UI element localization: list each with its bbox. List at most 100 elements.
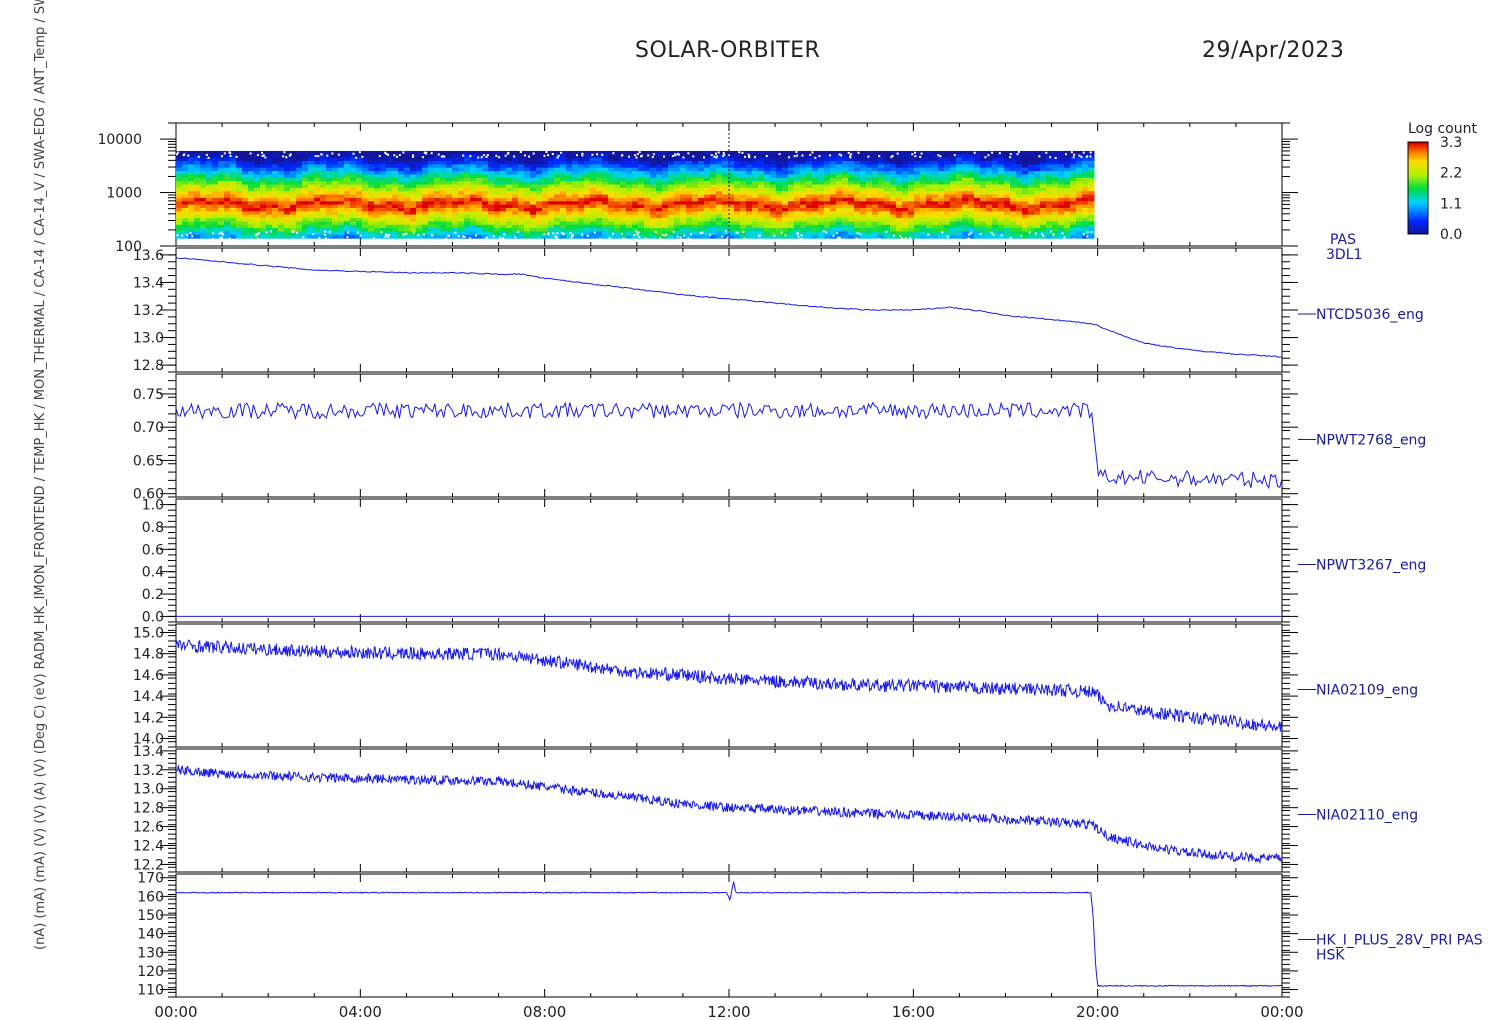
spectrogram-cell (590, 174, 597, 179)
spectrogram-cell (950, 157, 957, 162)
spectrogram-cell (404, 157, 411, 162)
spectrogram-cell (980, 181, 987, 186)
spectrogram-cell (1070, 224, 1077, 229)
spectrogram-cell (1064, 228, 1071, 232)
spectrogram-cell (248, 234, 255, 239)
spectrogram-speckle (676, 235, 679, 238)
spectrogram-cell (422, 161, 429, 165)
spectrogram-cell (302, 197, 309, 202)
spectrogram-cell (902, 171, 909, 175)
spectrogram-cell (554, 161, 561, 165)
spectrogram-cell (884, 191, 891, 196)
spectrogram-cell (626, 197, 633, 202)
spectrogram-cell (272, 201, 279, 206)
spectrogram-cell (248, 231, 255, 236)
spectrogram-cell (314, 221, 321, 226)
spectrogram-cell (512, 164, 519, 169)
spectrogram-cell (1082, 224, 1089, 229)
spectrogram-cell (1028, 211, 1035, 216)
spectrogram-cell (764, 184, 771, 189)
spectrogram-cell (1028, 157, 1035, 162)
spectrogram-cell (206, 191, 213, 196)
spectrogram-cell (638, 161, 645, 165)
spectrogram-cell (884, 157, 891, 162)
spectrogram-cell (356, 221, 363, 226)
spectrogram-cell (944, 197, 951, 202)
spectrogram-cell (926, 197, 933, 202)
spectrogram-cell (818, 177, 825, 182)
spectrogram-cell (638, 211, 645, 216)
spectrogram-cell (1058, 228, 1065, 232)
spectrogram-cell (176, 167, 183, 172)
spectrogram-cell (644, 224, 651, 229)
spectrogram-cell (956, 194, 963, 199)
spectrogram-cell (920, 204, 927, 209)
spectrogram-cell (242, 154, 249, 159)
spectrogram-cell (764, 234, 771, 239)
spectrogram-cell (506, 234, 513, 239)
spectrogram-cell (848, 184, 855, 189)
spectrogram-cell (440, 181, 447, 186)
spectrogram-cell (428, 184, 435, 189)
spectrogram-cell (530, 187, 537, 192)
spectrogram-cell (338, 197, 345, 202)
spectrogram-cell (356, 184, 363, 189)
spectrogram-cell (1046, 221, 1053, 226)
spectrogram-cell (710, 207, 717, 212)
spectrogram-cell (860, 161, 867, 165)
spectrogram-cell (566, 187, 573, 192)
y-tick-label: 14.2 (133, 710, 164, 726)
spectrogram-cell (446, 191, 453, 196)
spectrogram-speckle (1082, 233, 1085, 236)
spectrogram-cell (668, 224, 675, 229)
spectrogram-cell (458, 218, 465, 222)
spectrogram-cell (218, 218, 225, 222)
spectrogram-cell (440, 221, 447, 226)
spectrogram-cell (980, 150, 987, 155)
spectrogram-cell (968, 197, 975, 202)
spectrogram-cell (956, 181, 963, 186)
spectrogram-cell (302, 154, 309, 159)
spectrogram-speckle (229, 154, 232, 157)
spectrogram-cell (224, 221, 231, 226)
spectrogram-cell (1064, 218, 1071, 222)
spectrogram-cell (962, 234, 969, 239)
spectrogram-cell (572, 181, 579, 186)
spectrogram-cell (860, 157, 867, 162)
spectrogram-speckle (612, 232, 615, 235)
spectrogram-cell (626, 228, 633, 232)
spectrogram-cell (770, 221, 777, 226)
spectrogram-cell (956, 228, 963, 232)
spectrogram-cell (308, 161, 315, 165)
spectrogram-cell (650, 174, 657, 179)
spectrogram-cell (416, 171, 423, 175)
spectrogram-cell (356, 161, 363, 165)
spectrogram-cell (560, 184, 567, 189)
spectrogram-cell (1034, 228, 1041, 232)
spectrogram-cell (824, 234, 831, 239)
spectrogram-speckle (689, 233, 692, 236)
spectrogram-cell (374, 164, 381, 169)
spectrogram-cell (206, 177, 213, 182)
spectrogram-cell (890, 204, 897, 209)
spectrogram-cell (734, 157, 741, 162)
spectrogram-cell (722, 164, 729, 169)
spectrogram-cell (866, 214, 873, 219)
spectrogram-cell (506, 154, 513, 159)
spectrogram-cell (860, 234, 867, 239)
spectrogram-cell (254, 224, 261, 229)
spectrogram-cell (938, 174, 945, 179)
spectrogram-cell (284, 167, 291, 172)
spectrogram-cell (302, 191, 309, 196)
spectrogram-speckle (421, 156, 424, 159)
spectrogram-cell (566, 204, 573, 209)
spectrogram-cell (542, 234, 549, 239)
spectrogram-cell (722, 194, 729, 199)
spectrogram-cell (986, 177, 993, 182)
spectrogram-cell (962, 181, 969, 186)
spectrogram-cell (896, 224, 903, 229)
spectrogram-cell (998, 211, 1005, 216)
spectrogram-speckle (659, 236, 662, 239)
spectrogram-cell (764, 211, 771, 216)
spectrogram-cell (536, 161, 543, 165)
